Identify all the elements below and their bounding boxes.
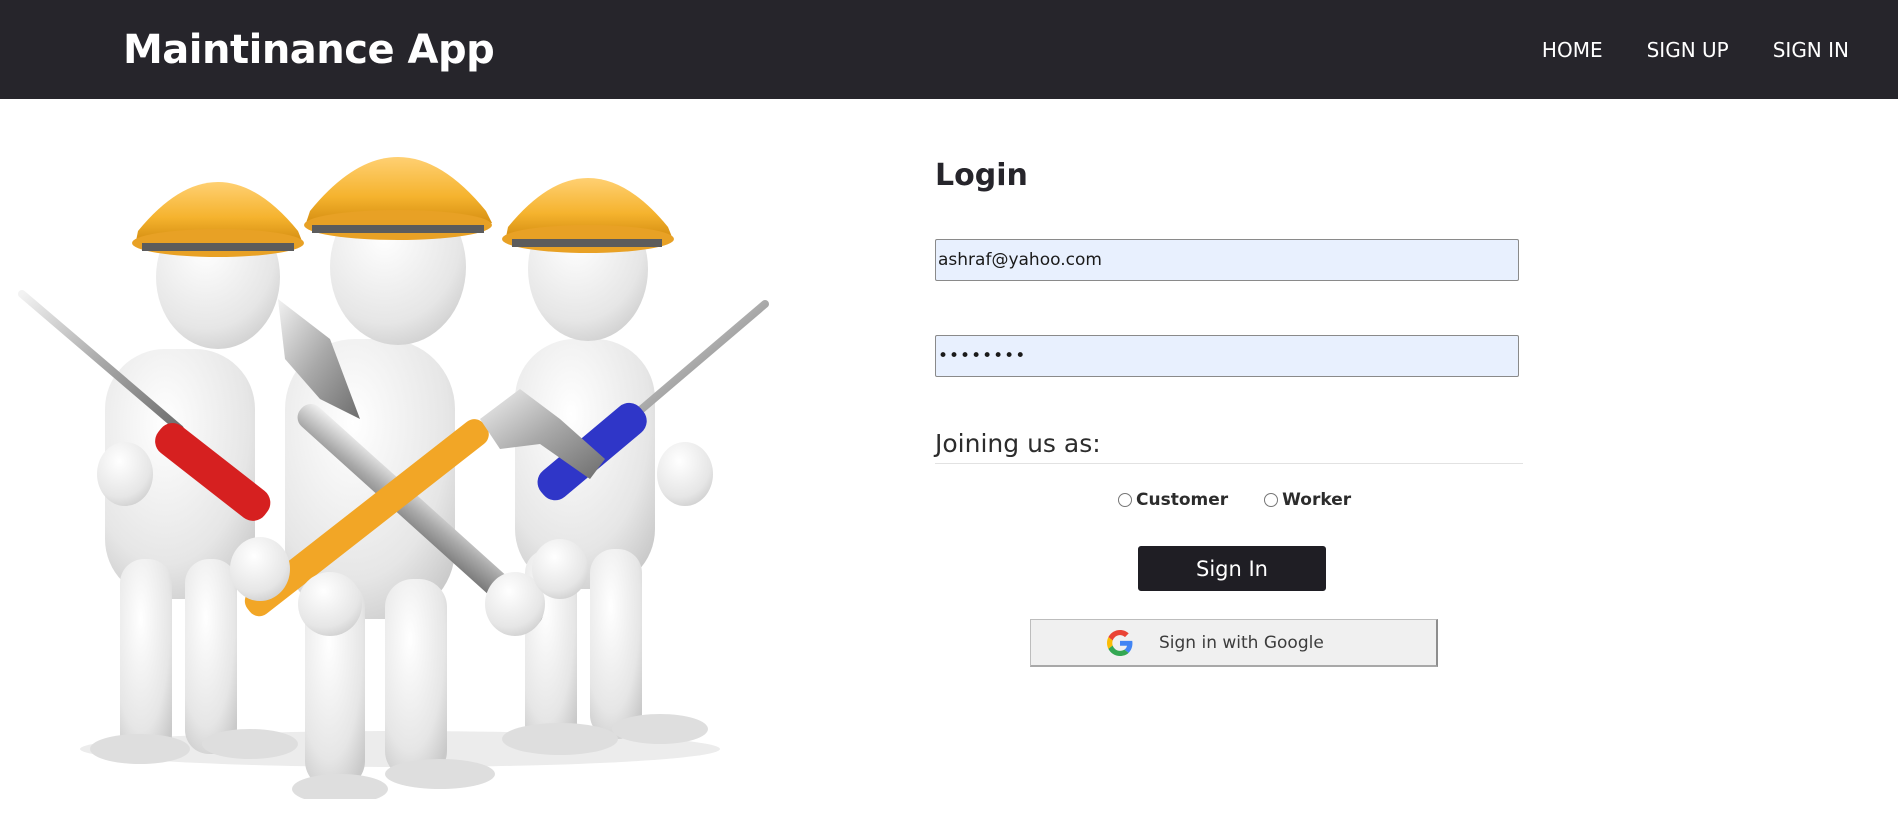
role-customer[interactable]: Customer [1118, 490, 1228, 510]
password-field[interactable] [935, 335, 1519, 377]
email-field[interactable] [935, 239, 1519, 281]
nav-link-home[interactable]: HOME [1542, 38, 1603, 62]
google-sign-in-label: Sign in with Google [1159, 633, 1324, 653]
nav-item-signup: SIGN UP [1647, 36, 1729, 64]
google-sign-in-button[interactable]: Sign in with Google [1030, 619, 1438, 667]
joining-label: Joining us as: [935, 427, 1523, 464]
role-worker[interactable]: Worker [1264, 490, 1351, 510]
nav-links: HOME SIGN UP SIGN IN [1542, 36, 1849, 64]
worker-radio[interactable] [1264, 493, 1279, 507]
login-form: Login Joining us as: Customer Worker Sig… [935, 155, 1523, 667]
workers-illustration [18, 157, 769, 804]
customer-radio[interactable] [1118, 493, 1132, 507]
nav-item-signin: SIGN IN [1773, 36, 1849, 64]
nav-link-signin[interactable]: SIGN IN [1773, 38, 1849, 62]
google-icon [1107, 630, 1133, 656]
role-group: Customer Worker [1118, 490, 1351, 510]
customer-label: Customer [1136, 490, 1229, 510]
nav-link-signup[interactable]: SIGN UP [1647, 38, 1729, 62]
worker-label: Worker [1282, 490, 1352, 510]
sign-in-button[interactable]: Sign In [1138, 546, 1326, 591]
brand-title[interactable]: Maintinance App [123, 24, 495, 76]
navbar: Maintinance App HOME SIGN UP SIGN IN [0, 0, 1898, 99]
hero-illustration [0, 99, 790, 804]
login-title: Login [935, 158, 1028, 193]
nav-item-home: HOME [1542, 36, 1603, 64]
